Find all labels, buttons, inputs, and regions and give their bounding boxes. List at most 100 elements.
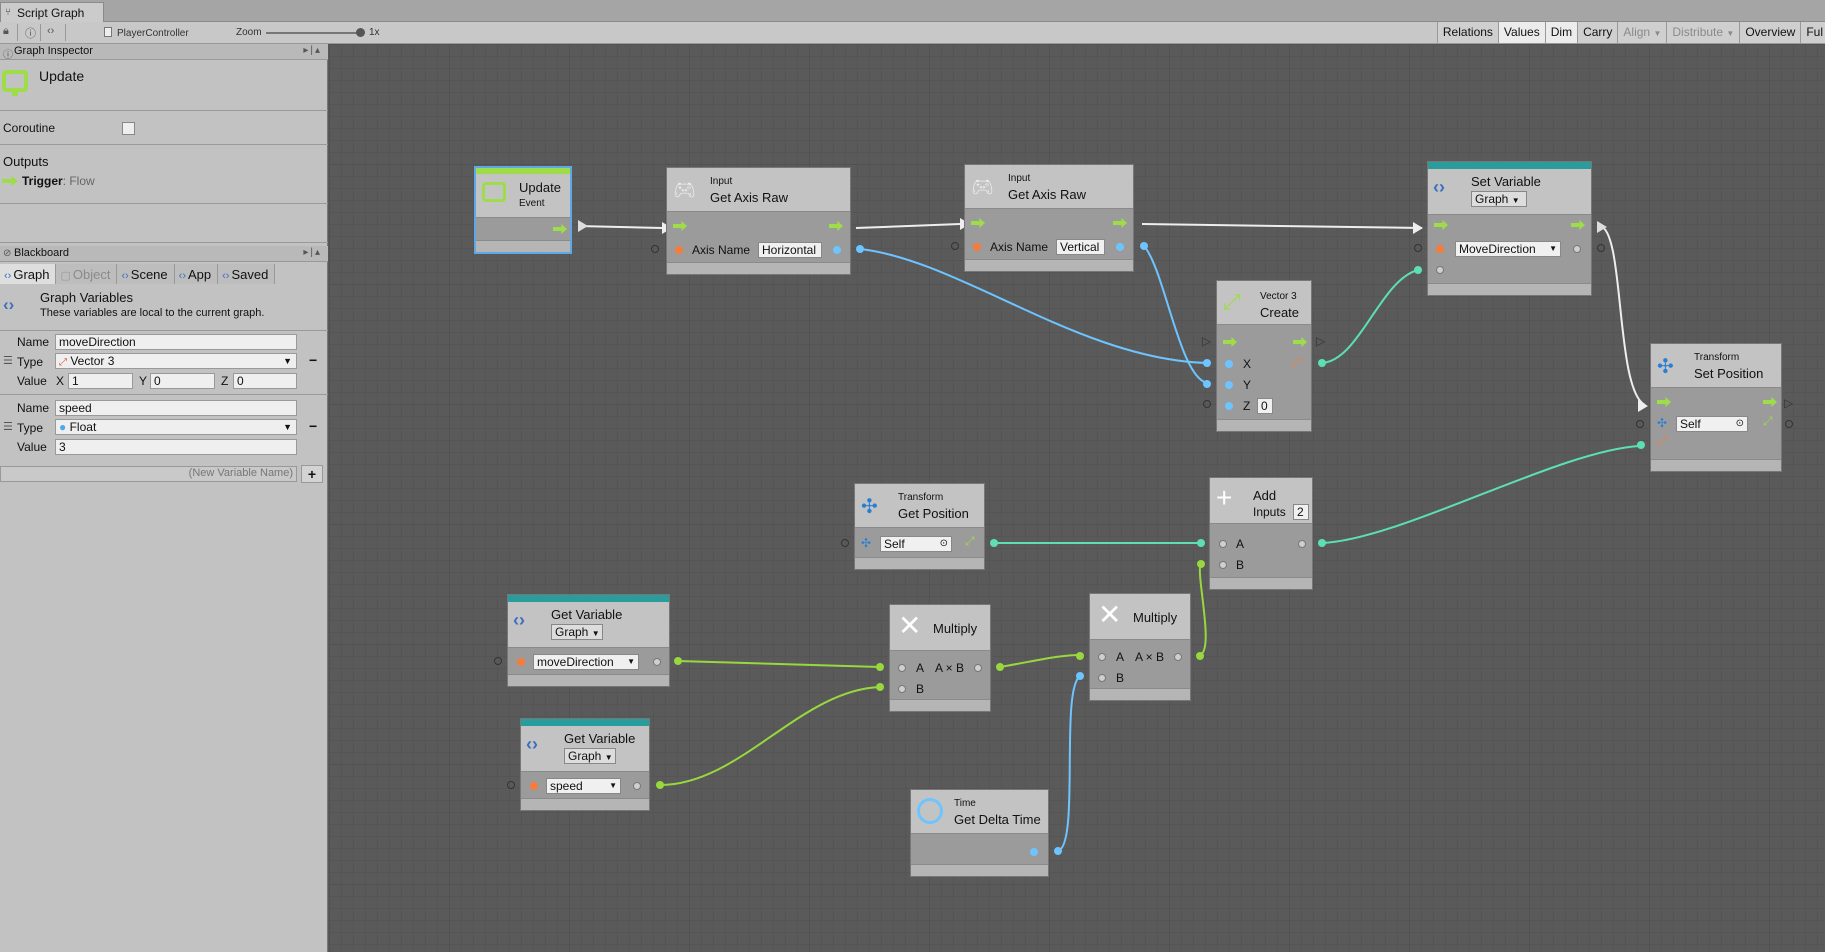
value-out-port[interactable] (656, 781, 664, 789)
node-set-variable[interactable]: ‹› Set Variable Graph ▼ MoveDirection ▼ (1427, 161, 1592, 296)
tab-saved[interactable]: ‹› Saved (218, 264, 276, 284)
collapse-icon[interactable]: ▸|▴ (303, 45, 322, 56)
axis-h-value-out[interactable] (856, 245, 864, 253)
node-get-axis-raw-horizontal[interactable]: 🎮︎ Input Get Axis Raw Axis Name Horizont… (666, 167, 851, 275)
value-z-field[interactable]: 0 (233, 373, 297, 389)
node-update-event[interactable]: Update Event (474, 166, 572, 254)
flow-out-port[interactable] (553, 224, 567, 234)
flow-in-port[interactable] (1434, 220, 1448, 230)
dim-button[interactable]: Dim (1544, 22, 1578, 43)
value-out-port[interactable] (633, 782, 641, 790)
value-out-port[interactable] (833, 246, 841, 254)
unconnected-port[interactable] (1414, 244, 1422, 252)
set-variable-value-in[interactable] (1414, 266, 1422, 274)
flow-out-port[interactable] (1113, 218, 1127, 228)
value-in-port[interactable] (1436, 266, 1444, 274)
flow-out-port[interactable] (1293, 337, 1307, 347)
node-get-position[interactable]: ✣ Transform Get Position ✣ Self ⊙ ⤢ (854, 483, 985, 570)
x-port[interactable] (1225, 360, 1233, 368)
target-picker-icon[interactable]: ⊙ (940, 537, 948, 551)
tab-graph[interactable]: ‹› Graph (0, 264, 57, 284)
drag-handle-icon[interactable]: ☰ (3, 354, 13, 367)
new-variable-name-input[interactable]: (New Variable Name) (0, 466, 297, 482)
name-port[interactable] (530, 782, 538, 790)
unconnected-port[interactable] (651, 245, 659, 253)
node-add[interactable]: + Add Inputs 2 A B (1209, 477, 1313, 590)
axis-name-input[interactable]: Vertical (1056, 239, 1105, 255)
product-out-port[interactable] (974, 664, 982, 672)
b-in-port[interactable] (1076, 672, 1084, 680)
value-field[interactable]: 3 (55, 439, 297, 455)
node-get-variable-speed[interactable]: ‹› Get Variable Graph ▼ speed ▼ (520, 718, 650, 811)
delta-time-wire-port[interactable] (1054, 847, 1062, 855)
tab-script-graph[interactable]: ⑂ Script Graph (0, 2, 104, 22)
position-out-port[interactable] (990, 539, 998, 547)
values-button[interactable]: Values (1497, 22, 1545, 43)
sum-out-port[interactable] (1298, 540, 1306, 548)
variable-name-field[interactable]: speed (55, 400, 297, 416)
unconnected-port[interactable] (1636, 420, 1644, 428)
b-in-port[interactable] (876, 683, 884, 691)
scope-dropdown[interactable]: Graph ▼ (551, 624, 603, 640)
unconnected-port[interactable] (494, 657, 502, 665)
unconnected-port[interactable] (841, 539, 849, 547)
variable-name-field[interactable]: moveDirection (55, 334, 297, 350)
collapse-icon[interactable]: ▸|▴ (303, 247, 322, 258)
a-port[interactable] (1219, 540, 1227, 548)
flow-out-port[interactable] (1571, 220, 1585, 230)
flow-in-port[interactable] (673, 221, 687, 231)
fullscreen-button[interactable]: Ful (1800, 22, 1825, 43)
value-out-port[interactable] (653, 658, 661, 666)
axis-name-port[interactable] (973, 243, 981, 251)
variable-name-dropdown[interactable]: MoveDirection ▼ (1455, 241, 1561, 257)
target-field[interactable]: Self ⊙ (880, 536, 952, 552)
code-icon[interactable]: ‹› (47, 25, 54, 37)
a-in-port[interactable] (1197, 539, 1205, 547)
remove-variable-button[interactable]: − (309, 352, 317, 368)
node-set-position[interactable]: ✣ Transform Set Position ✣ Self ⊙ ⤢ ⤢ (1650, 343, 1782, 472)
align-dropdown[interactable]: Align ▼ (1617, 22, 1667, 43)
axis-name-input[interactable]: Horizontal (758, 242, 822, 258)
a-port[interactable] (898, 664, 906, 672)
value-x-field[interactable]: 1 (68, 373, 133, 389)
drag-handle-icon[interactable]: ☰ (3, 420, 13, 433)
axis-name-port[interactable] (675, 246, 683, 254)
node-vector3-create[interactable]: ⤢ Vector 3 Create X ⤢ Y Z 0 (1216, 280, 1312, 432)
relations-button[interactable]: Relations (1436, 22, 1498, 43)
variable-type-dropdown[interactable]: ● Float ▼ (55, 419, 297, 435)
target-field[interactable]: Self ⊙ (1676, 416, 1748, 432)
a-in-port[interactable] (1076, 652, 1084, 660)
node-get-delta-time[interactable]: Time Get Delta Time (910, 789, 1049, 877)
unconnected-port[interactable] (1785, 420, 1793, 428)
flow-out-port[interactable] (829, 221, 843, 231)
vector3-x-in[interactable] (1203, 359, 1211, 367)
flow-in-port[interactable] (971, 218, 985, 228)
unconnected-port[interactable] (1597, 244, 1605, 252)
flow-out-port[interactable] (1763, 397, 1777, 407)
flow-in-port[interactable] (1657, 397, 1671, 407)
variable-type-dropdown[interactable]: ⤢ Vector 3 ▼ (55, 353, 297, 369)
tab-app[interactable]: ‹› App (174, 264, 219, 284)
flow-in-port[interactable] (1223, 337, 1237, 347)
breadcrumb[interactable]: PlayerController (104, 27, 189, 39)
carry-button[interactable]: Carry (1577, 22, 1618, 43)
unconnected-port[interactable] (1203, 400, 1211, 408)
unconnected-port[interactable] (507, 781, 515, 789)
name-port[interactable] (517, 658, 525, 666)
y-port[interactable] (1225, 381, 1233, 389)
zoom-slider-thumb[interactable] (356, 28, 365, 37)
value-y-field[interactable]: 0 (150, 373, 215, 389)
tab-object[interactable]: ▢ Object (56, 264, 118, 284)
name-port[interactable] (1436, 245, 1444, 253)
b-in-port[interactable] (1197, 560, 1205, 568)
distribute-dropdown[interactable]: Distribute ▼ (1666, 22, 1740, 43)
position-in-port[interactable] (1637, 441, 1645, 449)
product-out-port[interactable] (996, 663, 1004, 671)
inputs-count-field[interactable]: 2 (1293, 504, 1309, 520)
tab-scene[interactable]: ‹› Scene (117, 264, 175, 284)
result-out-port[interactable] (1318, 539, 1326, 547)
product-out-port[interactable] (1174, 653, 1182, 661)
remove-variable-button[interactable]: − (309, 418, 317, 434)
node-get-axis-raw-vertical[interactable]: 🎮︎ Input Get Axis Raw Axis Name Vertical (964, 164, 1134, 272)
value-out-port[interactable] (674, 657, 682, 665)
